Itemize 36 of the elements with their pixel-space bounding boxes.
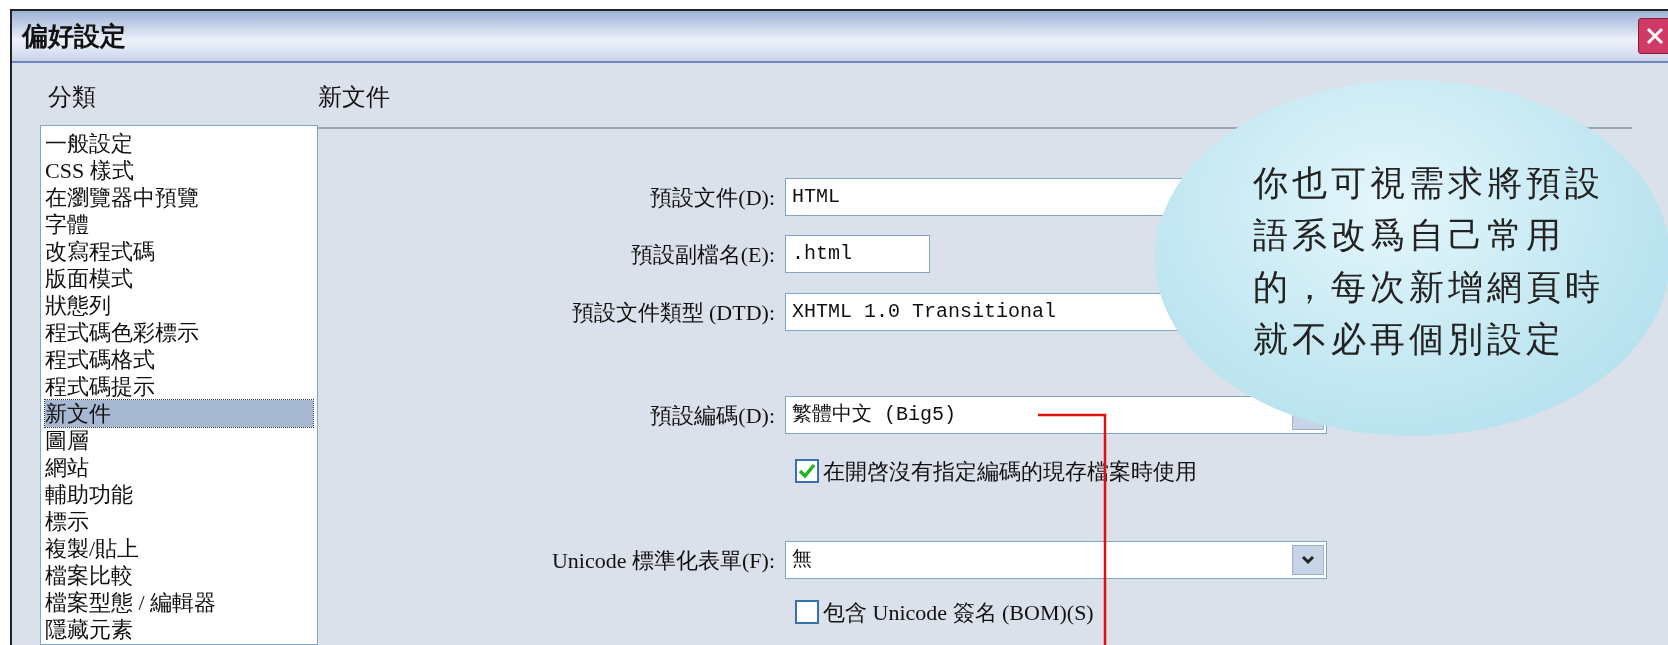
list-item[interactable]: 網站	[45, 454, 313, 481]
close-button[interactable]	[1638, 18, 1668, 54]
section-title: 新文件	[318, 83, 391, 112]
field-label: 預設文件類型 (DTD):	[570, 298, 776, 327]
list-item[interactable]: 檔案比較	[45, 562, 313, 589]
list-item[interactable]: 版面模式	[45, 265, 313, 292]
list-item[interactable]: 程式碼色彩標示	[45, 319, 313, 346]
list-item[interactable]: 字體	[45, 211, 313, 238]
list-item[interactable]: 檔案型態 / 編輯器	[45, 589, 313, 616]
field-label: 預設編碼(D):	[649, 401, 776, 430]
input-field[interactable]: .html	[785, 235, 930, 273]
list-item[interactable]: 隱藏元素	[45, 616, 313, 643]
close-icon	[1645, 26, 1665, 46]
list-item[interactable]: 圖層	[45, 427, 313, 454]
checkbox[interactable]	[795, 600, 819, 624]
field-label: 預設文件(D):	[649, 183, 776, 212]
field-label: Unicode 標準化表單(F):	[550, 546, 776, 575]
list-item[interactable]: 在瀏覽器中預覽	[45, 184, 313, 211]
chevron-down-icon[interactable]	[1292, 545, 1324, 575]
checkbox-label: 包含 Unicode 簽名 (BOM)(S)	[823, 598, 1094, 627]
window-title: 偏好設定	[20, 20, 126, 53]
dropdown[interactable]: 無	[785, 541, 1327, 579]
list-item[interactable]: 一般設定	[45, 130, 313, 157]
list-item[interactable]: 改寫程式碼	[45, 238, 313, 265]
list-item[interactable]: 新文件	[45, 400, 313, 427]
list-item[interactable]: CSS 樣式	[45, 157, 313, 184]
list-item[interactable]: 程式碼提示	[45, 373, 313, 400]
list-heading: 分類	[47, 83, 97, 112]
list-item[interactable]: 複製/貼上	[45, 535, 313, 562]
checkbox[interactable]	[795, 459, 819, 483]
list-item[interactable]: 狀態列	[45, 292, 313, 319]
list-item[interactable]: 輔助功能	[45, 481, 313, 508]
list-item[interactable]: 標示	[45, 508, 313, 535]
field-label: 預設副檔名(E):	[629, 240, 776, 269]
dropdown[interactable]: 繁體中文 (Big5)	[785, 396, 1327, 434]
list-item[interactable]: 程式碼格式	[45, 346, 313, 373]
